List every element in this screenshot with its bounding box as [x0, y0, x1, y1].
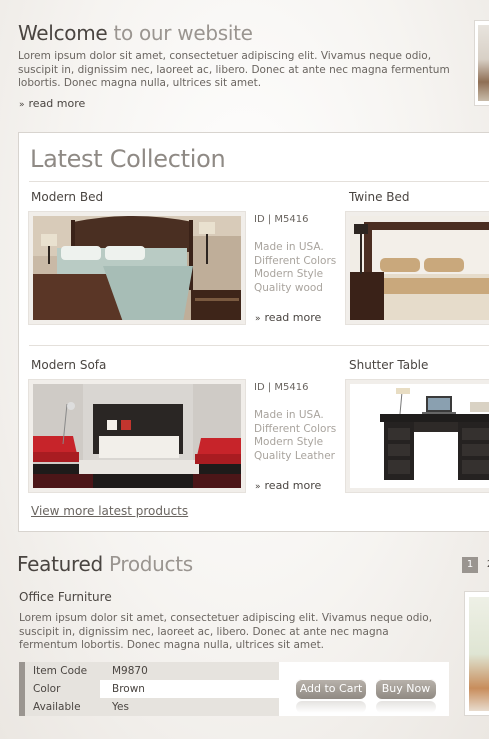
add-to-cart-button[interactable]: Add to Cart	[296, 679, 366, 699]
product-image-modern-sofa[interactable]	[28, 379, 246, 493]
featured-text: Lorem ipsum dolor sit amet, consectetuer…	[19, 612, 433, 651]
double-chevron-right-icon: »	[19, 100, 25, 110]
featured-subtitle: Office Furniture	[19, 590, 112, 604]
spec-label: Color	[25, 680, 100, 698]
shutter-table-photo	[350, 384, 489, 488]
double-chevron-right-icon: »	[255, 482, 261, 492]
product-id-modern-sofa: ID | M5416	[254, 382, 309, 393]
read-more-label: read more	[28, 97, 86, 110]
spec-value: Brown	[112, 683, 145, 695]
spec-line: Different Colors	[254, 422, 337, 435]
divider	[29, 181, 489, 182]
spec-line: Modern Style	[254, 268, 324, 280]
spec-value: M9870	[100, 662, 279, 680]
spec-line: Modern Style	[254, 436, 324, 448]
product-specs-modern-bed: Made in USA. Different Colors Modern Sty…	[254, 241, 336, 295]
view-more-latest-link[interactable]: View more latest products	[31, 504, 188, 518]
divider	[29, 345, 489, 346]
featured-product-image[interactable]	[464, 591, 489, 716]
spec-row-color: Color Brown	[19, 680, 279, 698]
spec-line: Made in USA.	[254, 241, 324, 253]
product-name-shutter-table[interactable]: Shutter Table	[349, 358, 428, 372]
welcome-title: Welcome to our website	[18, 21, 253, 45]
spec-row-available: Available Yes	[19, 698, 279, 716]
spec-line: Different Colors	[254, 254, 337, 267]
welcome-side-image	[474, 20, 489, 106]
button-reflection	[296, 701, 366, 713]
twine-bed-photo	[350, 216, 489, 320]
latest-collection-title: Latest Collection	[30, 145, 226, 173]
product-name-modern-bed[interactable]: Modern Bed	[31, 190, 103, 204]
featured-title-dark: Featured	[17, 552, 103, 576]
spec-row-item-code: Item Code M9870	[19, 662, 279, 680]
read-more-label: read more	[264, 479, 322, 492]
button-reflection	[376, 701, 436, 713]
read-more-label: read more	[264, 311, 322, 324]
spec-value: Yes	[100, 698, 279, 716]
spec-label: Item Code	[25, 662, 100, 680]
read-more-link-modern-sofa[interactable]: » read more	[255, 479, 321, 492]
spec-line: Quality Leather	[254, 449, 335, 462]
welcome-text: Lorem ipsum dolor sit amet, consectetuer…	[18, 50, 450, 89]
spec-line: Made in USA.	[254, 409, 324, 421]
welcome-title-light: to our website	[113, 21, 253, 45]
product-image-twine-bed[interactable]	[345, 211, 489, 325]
spec-line: Quality wood	[254, 281, 323, 294]
double-chevron-right-icon: »	[255, 314, 261, 324]
product-name-twine-bed[interactable]: Twine Bed	[349, 190, 410, 204]
product-image-modern-bed[interactable]	[28, 211, 246, 325]
featured-title-light: Products	[108, 552, 193, 576]
modern-bed-photo	[33, 216, 241, 320]
pagination-page-1[interactable]: 1	[462, 557, 478, 573]
welcome-title-dark: Welcome	[18, 21, 108, 45]
pagination-page-2[interactable]: 2	[482, 557, 489, 573]
latest-collection-panel: Latest Collection Modern Bed ID | M5416 …	[18, 132, 489, 532]
read-more-link-modern-bed[interactable]: » read more	[255, 311, 321, 324]
welcome-read-more-link[interactable]: » read more	[19, 97, 85, 110]
product-specs-modern-sofa: Made in USA. Different Colors Modern Sty…	[254, 409, 336, 463]
product-image-shutter-table[interactable]	[345, 379, 489, 493]
product-id-modern-bed: ID | M5416	[254, 214, 309, 225]
featured-title: Featured Products	[17, 552, 193, 576]
modern-sofa-photo	[33, 384, 241, 488]
spec-label: Available	[25, 698, 100, 716]
product-name-modern-sofa[interactable]: Modern Sofa	[31, 358, 106, 372]
buy-now-button[interactable]: Buy Now	[376, 679, 436, 699]
